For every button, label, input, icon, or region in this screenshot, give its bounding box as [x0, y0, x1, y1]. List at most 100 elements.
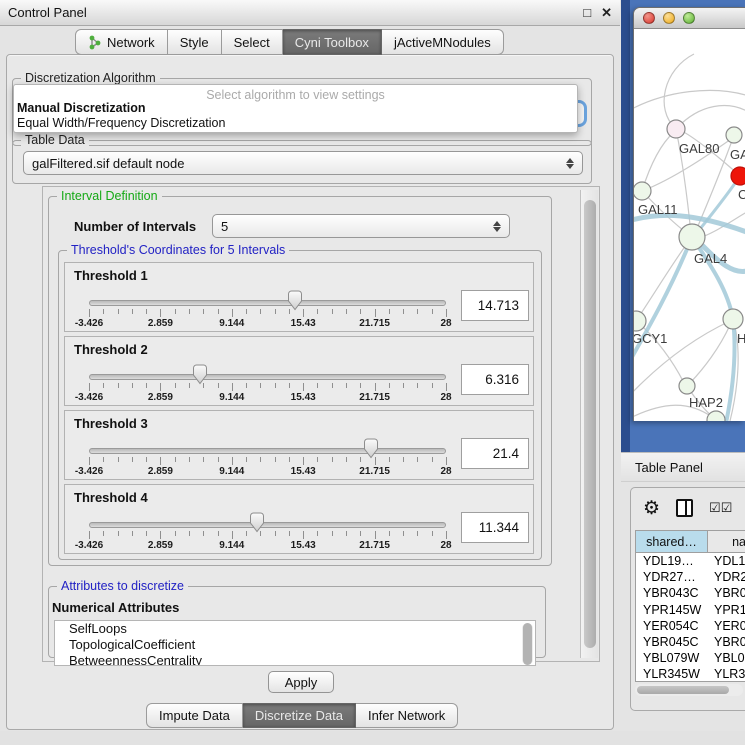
cell-name[interactable]: YDR2 [708, 569, 745, 585]
cell-shared-name[interactable]: YER054C [636, 618, 708, 634]
control-panel-tabs: Network Style Select Cyni Toolbox jActiv… [75, 29, 504, 55]
network-node[interactable] [726, 127, 742, 143]
tab-network-label: Network [107, 35, 155, 50]
checkboxes-icon[interactable]: ☑☑ [709, 500, 732, 516]
tab-jactivemnodules[interactable]: jActiveMNodules [382, 29, 504, 55]
threshold-slider-thumb[interactable] [287, 290, 303, 311]
float-window-icon[interactable]: □ [583, 5, 591, 20]
node-table[interactable]: shared… na YDL19…YDL1YDR27…YDR2YBR043CYB… [635, 530, 745, 682]
cell-name[interactable]: YBL0 [708, 650, 745, 666]
zoom-window-icon[interactable] [683, 12, 695, 24]
table-row[interactable]: YDR27…YDR2 [636, 569, 745, 585]
numerical-attributes-list[interactable]: SelfLoopsTopologicalCoefficientBetweenne… [54, 620, 536, 666]
threshold-value-field[interactable]: 14.713 [461, 290, 529, 321]
table-row[interactable]: YBR043CYBR0 [636, 585, 745, 601]
apply-button[interactable]: Apply [268, 671, 334, 693]
network-window[interactable]: GAL80GACGAL11GAL4GCY1HHAP2 [633, 7, 745, 421]
tab-discretize-data[interactable]: Discretize Data [243, 703, 356, 728]
table-horizontal-scrollbar[interactable] [635, 684, 743, 696]
cell-name[interactable]: YER0 [708, 618, 745, 634]
settings-vertical-scrollbar[interactable] [580, 190, 598, 658]
network-node[interactable] [707, 411, 725, 421]
tab-impute-data[interactable]: Impute Data [146, 703, 243, 728]
cell-name[interactable]: YBR0 [708, 585, 745, 601]
threshold-row: Threshold 1-3.4262.8599.14415.4321.71528… [64, 262, 534, 332]
tab-select-label: Select [234, 35, 270, 50]
close-panel-icon[interactable]: ✕ [601, 5, 612, 21]
cell-name[interactable]: YLR3 [708, 666, 745, 682]
threshold-value-field[interactable]: 11.344 [461, 512, 529, 543]
threshold-value-field[interactable]: 21.4 [461, 438, 529, 469]
network-node[interactable] [634, 182, 651, 200]
attributes-scrollbar-thumb[interactable] [523, 623, 532, 665]
threshold-slider-track[interactable] [89, 522, 446, 528]
node-table-header: shared… na [636, 531, 745, 553]
attribute-list-item[interactable]: BetweennessCentrality [55, 653, 535, 666]
network-node[interactable] [679, 224, 705, 250]
threshold-slider-track[interactable] [89, 374, 446, 380]
cell-shared-name[interactable]: YBL079W [636, 650, 708, 666]
cell-shared-name[interactable]: YDL19… [636, 553, 708, 569]
threshold-row: Threshold 4-3.4262.8599.14415.4321.71528… [64, 484, 534, 554]
table-row[interactable]: YER054CYER0 [636, 618, 745, 634]
threshold-slider-track[interactable] [89, 448, 446, 454]
table-data-combobox[interactable]: galFiltered.sif default node [23, 151, 583, 175]
network-node-label: HAP2 [689, 395, 723, 410]
network-node[interactable] [667, 120, 685, 138]
network-node[interactable] [731, 167, 745, 185]
minimize-window-icon[interactable] [663, 12, 675, 24]
network-node-label: H [737, 331, 745, 346]
table-row[interactable]: YBL079WYBL0 [636, 650, 745, 666]
num-intervals-combobox[interactable]: 5 [212, 214, 510, 238]
column-header-shared-name[interactable]: shared… [636, 531, 708, 552]
cell-name[interactable]: YBR0 [708, 634, 745, 650]
tab-network[interactable]: Network [75, 29, 168, 55]
network-window-titlebar[interactable] [634, 8, 745, 29]
cell-shared-name[interactable]: YBR045C [636, 634, 708, 650]
threshold-label: Threshold 1 [74, 268, 148, 283]
thresholds-group-title: Threshold's Coordinates for 5 Intervals [67, 243, 289, 257]
table-row[interactable]: YLR345WYLR3 [636, 666, 745, 682]
threshold-slider-thumb[interactable] [192, 364, 208, 385]
attribute-list-item[interactable]: TopologicalCoefficient [55, 637, 535, 653]
table-row[interactable]: YDL19…YDL1 [636, 553, 745, 569]
table-hscrollbar-thumb[interactable] [637, 686, 729, 694]
table-row[interactable]: YPR145WYPR1 [636, 602, 745, 618]
network-canvas[interactable]: GAL80GACGAL11GAL4GCY1HHAP2 [634, 29, 745, 421]
close-window-icon[interactable] [643, 12, 655, 24]
cell-shared-name[interactable]: YDR27… [636, 569, 708, 585]
tab-infer-network[interactable]: Infer Network [356, 703, 458, 728]
network-node-label: C [738, 187, 745, 202]
algorithm-option-manual[interactable]: Manual Discretization [14, 101, 577, 116]
threshold-slider-thumb[interactable] [249, 512, 265, 533]
threshold-slider-track[interactable] [89, 300, 446, 306]
tab-style[interactable]: Style [168, 29, 222, 55]
bottom-tabs: Impute Data Discretize Data Infer Networ… [146, 703, 458, 728]
discretization-algorithm-title: Discretization Algorithm [21, 71, 160, 85]
tab-cyni-toolbox[interactable]: Cyni Toolbox [283, 29, 382, 55]
threshold-value-field[interactable]: 6.316 [461, 364, 529, 395]
columns-icon[interactable] [676, 499, 693, 517]
attribute-list-item[interactable]: SelfLoops [55, 621, 535, 637]
network-node[interactable] [723, 309, 743, 329]
attributes-list-scrollbar[interactable] [522, 623, 533, 665]
algorithm-option-equal-width[interactable]: Equal Width/Frequency Discretization [14, 116, 577, 131]
cell-shared-name[interactable]: YPR145W [636, 602, 708, 618]
slider-tick-labels: -3.4262.8599.14415.4321.71528 [89, 466, 446, 478]
threshold-row: Threshold 3-3.4262.8599.14415.4321.71528… [64, 410, 534, 480]
threshold-label: Threshold 2 [74, 342, 148, 357]
cell-name[interactable]: YDL1 [708, 553, 745, 569]
threshold-slider-thumb[interactable] [363, 438, 379, 459]
gear-icon[interactable]: ⚙ [643, 499, 660, 518]
cell-shared-name[interactable]: YBR043C [636, 585, 708, 601]
cell-shared-name[interactable]: YLR345W [636, 666, 708, 682]
table-row[interactable]: YBR045CYBR0 [636, 634, 745, 650]
threshold-row: Threshold 2-3.4262.8599.14415.4321.71528… [64, 336, 534, 406]
column-header-name[interactable]: na [708, 531, 745, 552]
tab-select[interactable]: Select [222, 29, 283, 55]
cell-name[interactable]: YPR1 [708, 602, 745, 618]
settings-scrollbar-thumb[interactable] [584, 200, 596, 648]
panel-title: Control Panel [8, 5, 87, 20]
network-node[interactable] [679, 378, 695, 394]
table-panel-body: ⚙ ☑☑ shared… na YDL19…YDL1YDR27…YDR2YBR0… [630, 487, 745, 711]
